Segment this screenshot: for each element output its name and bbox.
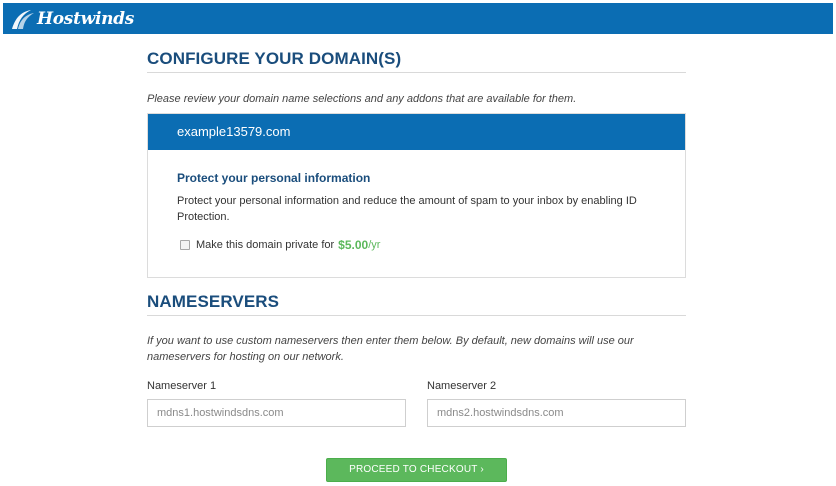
logo-text: Hostwinds xyxy=(37,9,135,29)
nameserver-1-label: Nameserver 1 xyxy=(147,380,217,392)
id-protection-title: Protect your personal information xyxy=(177,171,371,185)
nameserver-2-input[interactable] xyxy=(427,399,686,427)
private-domain-checkbox[interactable] xyxy=(180,240,190,250)
hostwinds-swoosh-icon xyxy=(12,10,34,29)
divider xyxy=(147,72,686,73)
configure-intro: Please review your domain name selection… xyxy=(147,93,577,105)
divider xyxy=(147,315,686,316)
top-header-bar: Hostwinds xyxy=(3,3,833,34)
nameserver-1-input[interactable] xyxy=(147,399,406,427)
price-period: /yr xyxy=(368,239,381,251)
private-domain-option[interactable]: Make this domain private for $5.00/yr xyxy=(180,238,380,252)
domain-name: example13579.com xyxy=(177,124,291,139)
logo[interactable]: Hostwinds xyxy=(9,7,134,31)
domain-panel: example13579.com Protect your personal i… xyxy=(147,113,686,278)
private-domain-label: Make this domain private for xyxy=(196,239,335,251)
domain-panel-header: example13579.com xyxy=(148,114,685,150)
nameservers-title: NAMESERVERS xyxy=(147,292,280,311)
nameserver-2-label: Nameserver 2 xyxy=(427,380,497,392)
id-protection-price: $5.00 xyxy=(338,238,369,252)
proceed-to-checkout-button[interactable]: PROCEED TO CHECKOUT › xyxy=(326,458,507,482)
id-protection-description: Protect your personal information and re… xyxy=(177,195,637,223)
nameservers-intro: If you want to use custom nameservers th… xyxy=(147,335,634,363)
configure-title: CONFIGURE YOUR DOMAIN(S) xyxy=(147,49,402,68)
